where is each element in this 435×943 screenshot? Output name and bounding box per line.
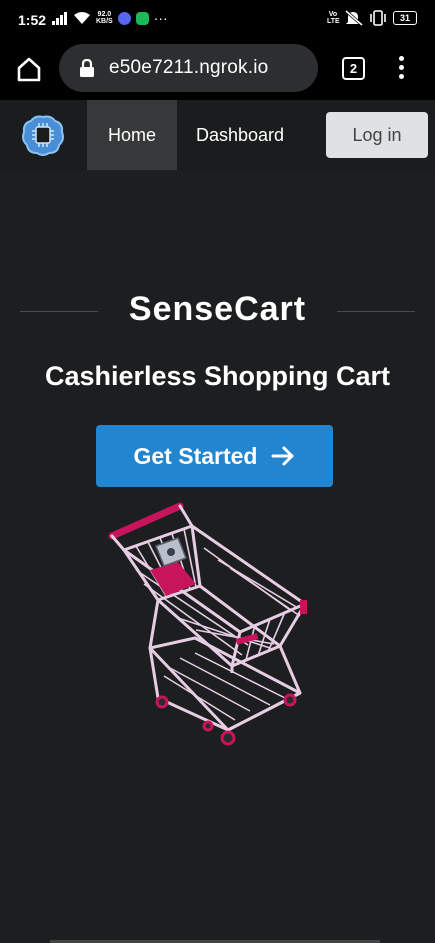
vibrate-icon: [370, 10, 386, 26]
wifi-icon: [74, 12, 90, 24]
site-navbar: Home Dashboard Log in: [0, 100, 435, 170]
more-notifications: ···: [153, 10, 168, 26]
network-speed: 92.0 KB/S: [96, 11, 113, 25]
chip-brain-logo-icon[interactable]: [21, 114, 65, 156]
signal-icon: [52, 11, 67, 25]
lock-icon: [80, 59, 94, 77]
login-button[interactable]: Log in: [326, 112, 428, 158]
nav-item-home[interactable]: Home: [87, 100, 177, 170]
url-text: e50e7211.ngrok.io: [109, 57, 269, 78]
shopping-cart-illustration: [108, 502, 307, 746]
home-icon[interactable]: [16, 56, 42, 82]
nav-item-dashboard[interactable]: Dashboard: [185, 100, 295, 170]
status-time: 1:52: [18, 12, 47, 28]
address-bar[interactable]: e50e7211.ngrok.io: [59, 44, 318, 92]
tabs-icon[interactable]: 2: [342, 57, 365, 80]
page-title: SenseCart: [128, 290, 307, 328]
status-bar: 1:52 92.0 KB/S ··· Vo LTE 31: [0, 0, 435, 42]
battery-icon: 31: [393, 11, 417, 25]
browser-toolbar: e50e7211.ngrok.io 2: [0, 42, 435, 100]
overflow-menu-icon[interactable]: [393, 56, 409, 82]
discord-icon: [117, 11, 131, 25]
get-started-button[interactable]: Get Started: [96, 425, 333, 487]
get-started-label: Get Started: [133, 442, 258, 469]
messages-icon: [135, 11, 149, 25]
mute-icon: [345, 10, 363, 26]
arrow-right-icon: [271, 446, 294, 466]
page-subtitle: Cashierless Shopping Cart: [44, 361, 391, 391]
volte-indicator: Vo LTE: [327, 11, 340, 25]
